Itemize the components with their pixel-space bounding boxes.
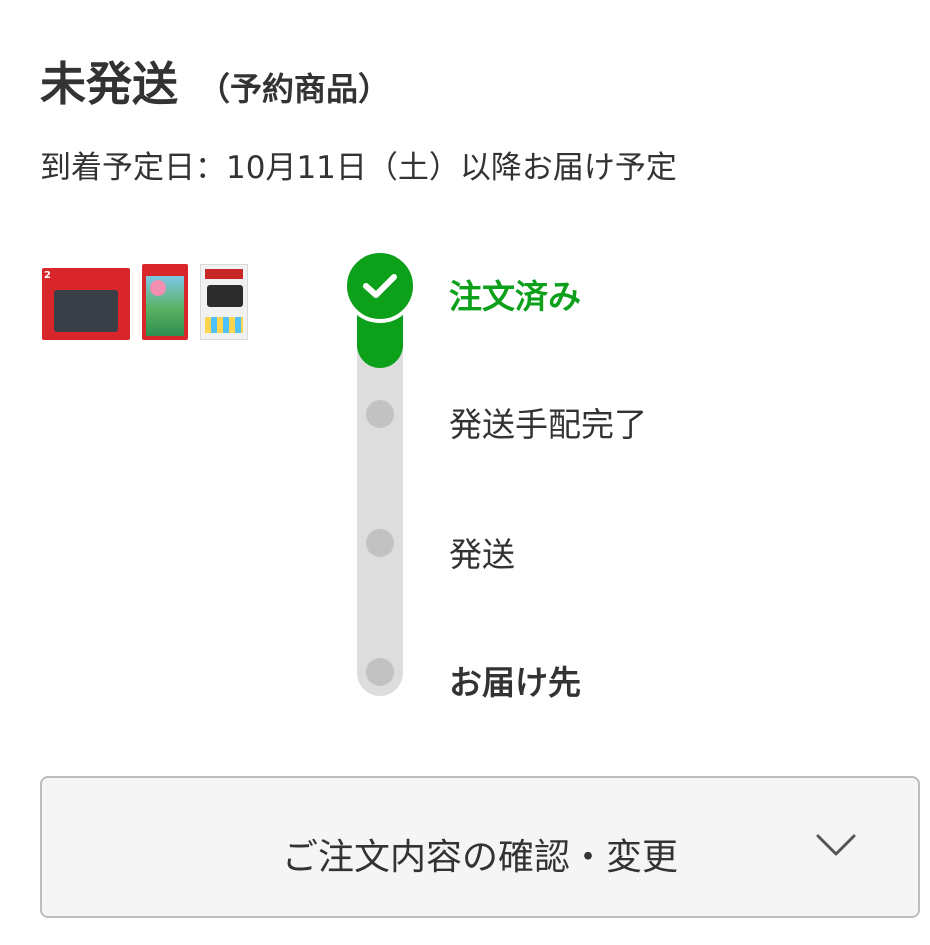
step-dot-shipped	[366, 529, 394, 557]
step-ordered: 注文済み	[449, 277, 581, 316]
confirm-change-order-button[interactable]: ご注文内容の確認・変更	[40, 776, 920, 918]
step-dot-delivery	[366, 658, 394, 686]
step-preparing: 発送手配完了	[449, 405, 647, 444]
step-delivery: お届け先	[449, 663, 581, 702]
console-badge: 2	[44, 270, 51, 281]
check-icon	[343, 249, 417, 323]
step-dot-preparing	[366, 400, 394, 428]
confirm-change-order-label: ご注文内容の確認・変更	[281, 837, 678, 878]
shipping-status: 未発送	[40, 57, 178, 111]
estimated-arrival: 到着予定日：10月11日（土）以降お届け予定	[40, 150, 677, 186]
product-thumbnail-accessory[interactable]	[200, 264, 248, 340]
product-thumbnail-game[interactable]	[142, 264, 188, 340]
step-shipped: 発送	[449, 535, 515, 574]
order-status-title: 未発送 （予約商品）	[40, 48, 390, 114]
product-thumbnail-console[interactable]: 2	[42, 264, 130, 342]
preorder-note: （予約商品）	[198, 70, 391, 108]
chevron-down-icon	[816, 834, 856, 856]
